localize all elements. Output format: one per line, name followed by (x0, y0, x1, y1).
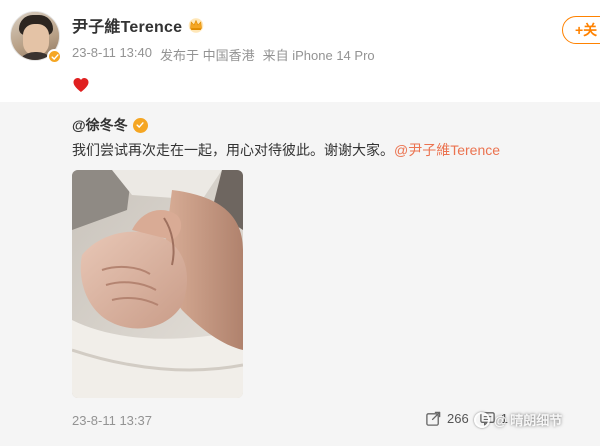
author-name[interactable]: 尹子維Terence (72, 13, 182, 37)
repost-card[interactable]: @徐冬冬 我们尝试再次走在一起，用心对待彼此。谢谢大家。@尹子維Terence (0, 102, 600, 446)
post-device: 来自 iPhone 14 Pro (262, 48, 375, 63)
post-meta: 23-8-11 13:40 发布于 中国香港 来自 iPhone 14 Pro (72, 45, 375, 64)
heart-icon (73, 78, 89, 92)
post-content (72, 76, 90, 94)
author-avatar[interactable] (10, 11, 62, 64)
post-photo[interactable] (72, 170, 243, 398)
share-count: 266 (447, 411, 469, 426)
author-row: 尹子維Terence (72, 13, 205, 37)
post-header: 尹子維Terence 23-8-11 13:40 发布于 中国香港 来自 iPh… (0, 0, 600, 92)
watermark-logo-icon (474, 411, 490, 428)
verified-badge-icon (132, 117, 148, 133)
original-timestamp[interactable]: 23-8-11 13:37 (72, 413, 152, 428)
watermark-text: @ 晴朗细节 (494, 413, 563, 428)
original-post-text: 我们尝试再次走在一起，用心对待彼此。谢谢大家。@尹子維Terence (72, 140, 500, 160)
crown-icon (188, 18, 204, 33)
share-button[interactable]: 266 (425, 410, 469, 427)
original-author-name[interactable]: @徐冬冬 (72, 115, 128, 135)
post-timestamp[interactable]: 23-8-11 13:40 (72, 45, 152, 64)
mention-link[interactable]: @尹子維Terence (394, 142, 500, 158)
original-author-row: @徐冬冬 (72, 115, 148, 135)
follow-button[interactable]: +关 (562, 16, 600, 44)
watermark: @ 晴朗细节 (474, 410, 562, 429)
post-location: 发布于 中国香港 (160, 48, 255, 63)
original-text-body: 我们尝试再次走在一起，用心对待彼此。谢谢大家。 (72, 142, 394, 158)
holding-hands-photo (72, 170, 243, 398)
verified-badge-icon (47, 49, 62, 64)
share-icon (426, 411, 441, 426)
